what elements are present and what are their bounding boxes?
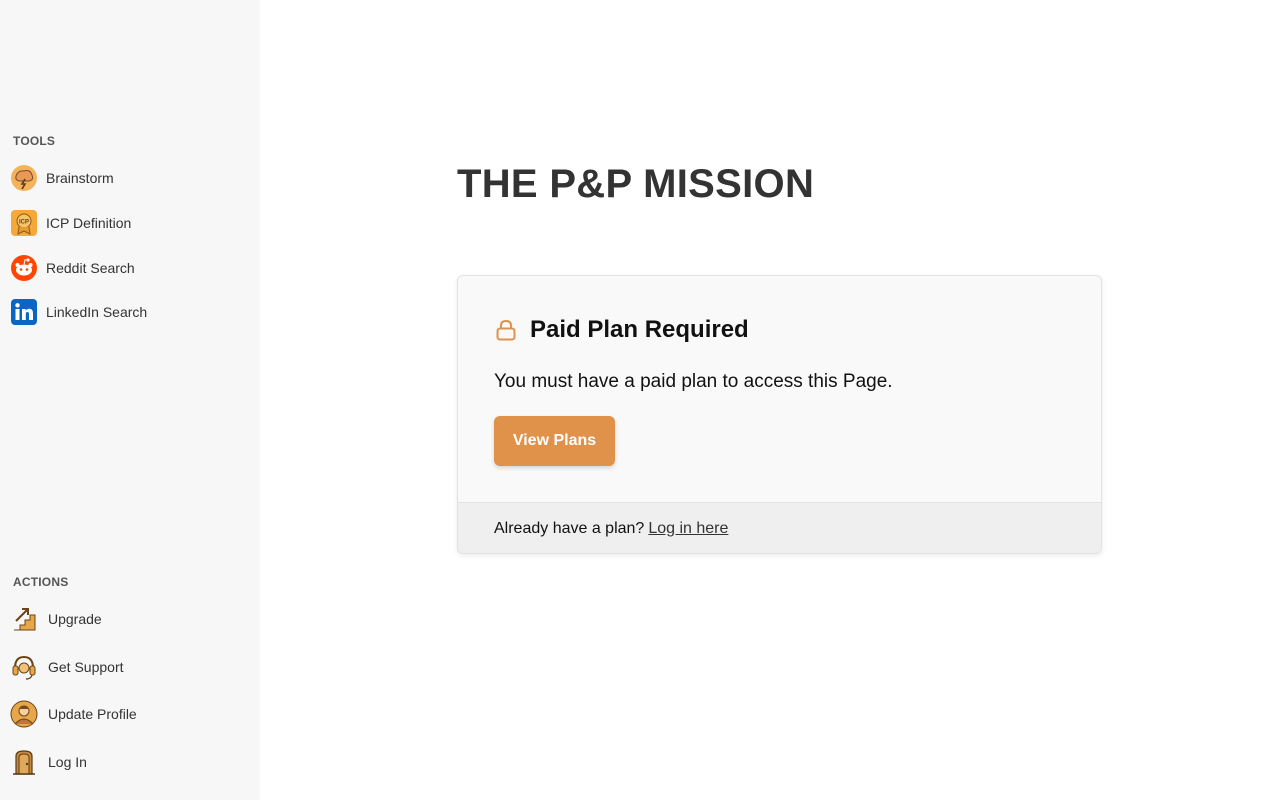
main-content: THE P&P MISSION Paid Plan Required You m… [260,0,1280,800]
sidebar-item-reddit-search[interactable]: Reddit Search [10,253,250,283]
sidebar-item-label: Get Support [48,659,124,675]
svg-text:ICP: ICP [19,220,29,226]
sidebar-item-label: Upgrade [48,611,102,627]
sidebar-item-label: ICP Definition [46,215,132,231]
paywall-card: Paid Plan Required You must have a paid … [457,275,1102,554]
sidebar-item-brainstorm[interactable]: Brainstorm [10,163,250,193]
page-title: THE P&P MISSION [457,162,815,206]
sidebar-item-label: Update Profile [48,706,137,722]
reddit-icon [10,254,38,282]
sidebar-item-label: LinkedIn Search [46,304,148,320]
sidebar-item-linkedin-search[interactable]: LinkedIn Search [10,297,250,327]
sidebar-item-upgrade[interactable]: Upgrade [10,604,250,634]
stairs-upgrade-icon [10,605,38,633]
lock-icon [494,318,518,342]
door-icon [10,748,38,776]
sidebar-item-update-profile[interactable]: Update Profile [10,699,250,729]
sidebar-item-label: Reddit Search [46,260,135,276]
card-title: Paid Plan Required [530,316,749,343]
sidebar: TOOLS Brainstorm ICP ICP Definition Redd… [0,0,260,800]
footer-text: Already have a plan? [494,520,645,537]
card-footer: Already have a plan? Log in here [458,502,1101,553]
headset-icon [10,653,38,681]
paywall-message: You must have a paid plan to access this… [494,371,893,392]
sidebar-item-label: Log In [48,754,87,770]
view-plans-button[interactable]: View Plans [494,416,615,466]
profile-avatar-icon [10,700,38,728]
sidebar-item-get-support[interactable]: Get Support [10,652,250,682]
icp-badge-icon: ICP [10,209,38,237]
sidebar-item-label: Brainstorm [46,170,114,186]
tools-section-label: TOOLS [13,134,56,148]
actions-section-label: ACTIONS [13,575,69,589]
brainstorm-icon [10,164,38,192]
sidebar-item-log-in[interactable]: Log In [10,747,250,777]
card-header: Paid Plan Required [494,316,749,344]
login-link[interactable]: Log in here [648,520,728,538]
sidebar-item-icp-definition[interactable]: ICP ICP Definition [10,208,250,238]
linkedin-icon [10,298,38,326]
